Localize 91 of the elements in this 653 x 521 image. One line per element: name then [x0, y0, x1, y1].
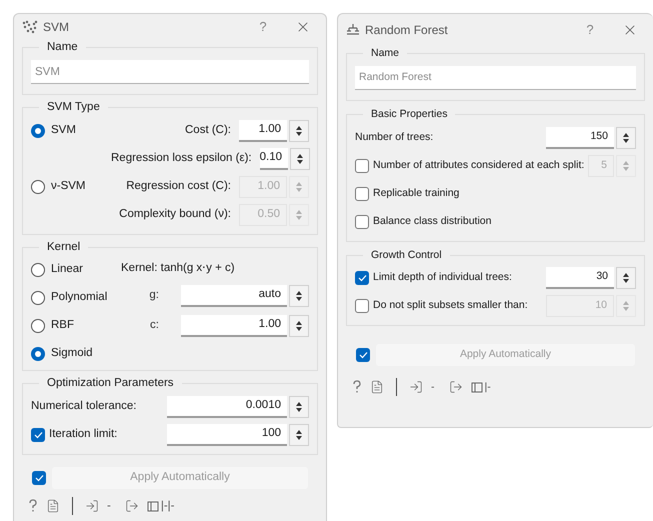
group-title: Optimization Parameters — [46, 376, 175, 391]
window-title: SVM — [43, 18, 70, 36]
field-label: Limit depth of individual trees: — [373, 270, 513, 286]
checkbox[interactable] — [355, 214, 369, 228]
input-icon[interactable] — [409, 380, 423, 394]
help-icon[interactable] — [28, 499, 38, 513]
checkbox[interactable] — [32, 471, 46, 485]
up-down-arrows-icon — [295, 208, 303, 220]
up-down-arrows-icon — [622, 300, 630, 312]
number-field[interactable]: 150 — [546, 126, 614, 148]
field-label: c: — [149, 318, 160, 334]
checkbox[interactable] — [356, 348, 370, 362]
radio-label: ν-SVM — [51, 178, 86, 194]
field-label: Replicable training — [373, 186, 460, 201]
field-label: Numerical tolerance: — [31, 399, 138, 414]
group-title: Growth Control — [370, 248, 443, 262]
radio-label: RBF — [51, 318, 74, 334]
group-title: Basic Properties — [370, 106, 448, 122]
output-icon[interactable] — [448, 380, 462, 394]
group-title: Kernel — [46, 240, 82, 254]
checkbox[interactable] — [31, 428, 45, 442]
field-label: Number of trees: — [355, 130, 434, 145]
scatter-icon — [22, 20, 38, 34]
up-down-arrows-icon — [295, 429, 303, 441]
group-title: Name — [370, 46, 400, 61]
checkmark-icon — [358, 274, 366, 282]
document-icon[interactable] — [46, 499, 60, 513]
up-down-arrows-icon — [295, 180, 303, 192]
number-field[interactable]: 1.00 — [181, 315, 287, 337]
output-icon[interactable] — [124, 499, 139, 513]
radio-button[interactable] — [31, 346, 45, 361]
input-status: - — [431, 380, 434, 396]
document-icon[interactable] — [370, 380, 384, 394]
up-down-arrows-icon — [295, 290, 303, 302]
group-title: SVM Type — [46, 100, 101, 116]
group-title: Name — [46, 40, 79, 55]
report-icon[interactable] — [146, 500, 159, 512]
field-label: g: — [148, 288, 160, 304]
up-down-arrows-icon — [296, 152, 304, 164]
input-icon[interactable] — [85, 499, 99, 513]
up-down-arrows-icon — [622, 160, 630, 172]
checkmark-icon — [34, 431, 42, 439]
field-label: Cost (C): — [184, 122, 232, 138]
field-label: Complexity bound (ν): — [118, 206, 232, 222]
number-field[interactable]: 30 — [546, 267, 614, 290]
name-field[interactable]: Random Forest — [355, 66, 636, 90]
name-field[interactable]: SVM — [31, 60, 309, 84]
radio-button[interactable] — [31, 318, 45, 333]
up-down-arrows-icon — [295, 401, 303, 413]
stepper-button[interactable] — [616, 126, 636, 148]
up-down-arrows-icon — [622, 132, 630, 144]
stepper-button[interactable] — [289, 285, 309, 307]
output-status: |- — [484, 380, 491, 396]
up-down-arrows-icon — [622, 272, 630, 284]
checkmark-icon — [34, 474, 44, 482]
stepper-button[interactable] — [290, 148, 310, 170]
input-status: - — [107, 499, 111, 514]
radio-label: Linear — [51, 262, 83, 278]
field-label: Regression cost (C): — [125, 178, 232, 194]
radio-button[interactable] — [31, 290, 45, 305]
tree-icon — [346, 23, 360, 37]
field-label: Do not split subsets smaller than: — [373, 298, 529, 314]
stepper-button[interactable] — [616, 267, 636, 290]
stepper-button[interactable] — [289, 424, 309, 446]
radio-label: Polynomial — [51, 290, 108, 306]
field-label: Regression loss epsilon (ε): — [111, 150, 253, 166]
radio-button[interactable] — [31, 262, 45, 277]
stepper-button[interactable] — [289, 120, 309, 142]
stepper-button[interactable] — [289, 315, 309, 337]
checkbox[interactable] — [355, 186, 369, 200]
radio-label: SVM — [51, 122, 76, 138]
help-icon[interactable] — [352, 380, 362, 394]
radio-button[interactable] — [31, 124, 45, 138]
report-icon[interactable] — [470, 382, 482, 393]
field-label: Number of attributes considered at each split: — [373, 158, 584, 173]
up-down-arrows-icon — [295, 320, 303, 332]
up-down-arrows-icon — [295, 124, 303, 136]
number-field[interactable]: 0.0010 — [167, 396, 287, 418]
checkmark-icon — [358, 351, 368, 360]
field-label: Balance class distribution — [373, 214, 492, 229]
output-status: |-|- — [160, 499, 174, 514]
number-field[interactable]: 1.00 — [239, 120, 287, 142]
number-field[interactable]: auto — [181, 285, 287, 307]
field-label: Iteration limit: — [49, 427, 118, 442]
number-field[interactable]: 0.10 — [260, 148, 288, 170]
window-title: Random Forest — [365, 22, 449, 39]
number-field[interactable]: 100 — [167, 424, 287, 446]
radio-label: Sigmoid — [51, 346, 93, 362]
kernel-formula: Kernel: tanh(g x⋅y + c) — [121, 260, 236, 276]
stepper-button[interactable] — [289, 396, 309, 418]
checkbox[interactable] — [355, 271, 369, 286]
